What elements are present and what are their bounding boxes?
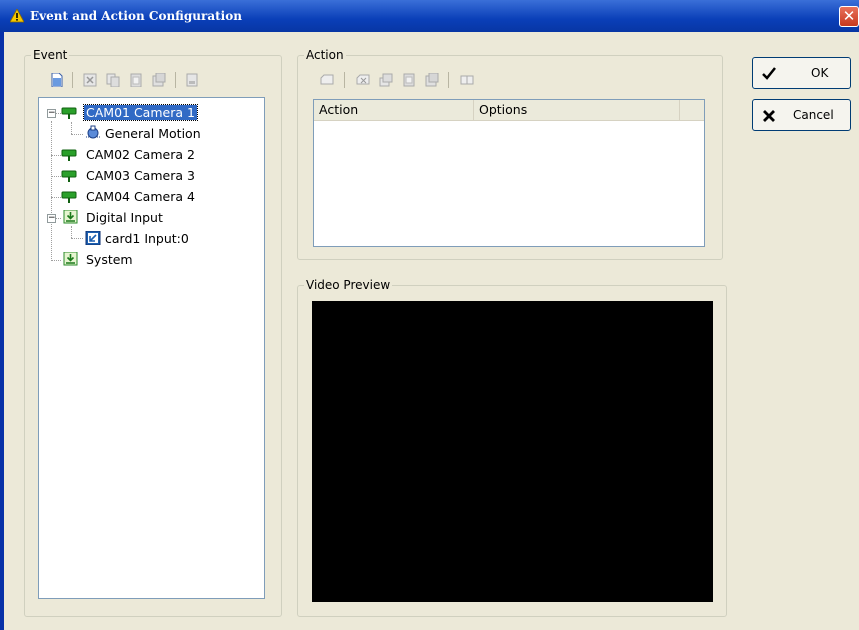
ok-button-label: OK <box>811 66 829 80</box>
action-list[interactable]: Action Options <box>313 99 705 247</box>
toolbar-separator <box>448 72 449 88</box>
event-group-legend: Event <box>31 48 70 62</box>
tree-item-label: CAM03 Camera 3 <box>86 168 195 183</box>
action-group-legend: Action <box>304 48 346 62</box>
cancel-button-label: Cancel <box>793 108 834 122</box>
motion-icon <box>86 125 100 139</box>
tree-item-label: card1 Input:0 <box>105 231 189 246</box>
digital-input-icon <box>63 210 78 224</box>
title-bar: Event and Action Configuration ✕ <box>0 0 859 32</box>
tree-connector <box>51 197 61 198</box>
tree-item-general-motion[interactable]: General Motion <box>103 126 203 142</box>
window-title: Event and Action Configuration <box>30 9 242 23</box>
tree-connector <box>71 122 72 134</box>
system-icon <box>63 252 78 266</box>
new-icon[interactable] <box>50 73 64 87</box>
column-header-action[interactable]: Action <box>314 100 474 121</box>
column-header-filler <box>680 100 704 121</box>
tree-item-label: General Motion <box>105 126 201 141</box>
camera-icon <box>61 191 77 203</box>
tree-item-cam03[interactable]: CAM03 Camera 3 <box>84 168 197 184</box>
delete-icon[interactable] <box>83 73 97 87</box>
column-header-options[interactable]: Options <box>474 100 680 121</box>
collapse-toggle[interactable]: − <box>47 214 56 223</box>
collapse-toggle[interactable]: − <box>47 109 56 118</box>
tree-connector <box>51 260 61 261</box>
paste-icon[interactable] <box>129 73 143 87</box>
tree-connector <box>71 238 83 239</box>
camera-icon <box>61 107 77 119</box>
test-action-icon[interactable] <box>460 73 474 87</box>
tree-item-cam01[interactable]: CAM01 Camera 1 <box>83 104 198 121</box>
tree-connector <box>71 134 83 135</box>
tree-item-label: CAM04 Camera 4 <box>86 189 195 204</box>
tree-item-cam02[interactable]: CAM02 Camera 2 <box>84 147 197 163</box>
edit-action-icon[interactable] <box>425 73 439 87</box>
tree-item-label: System <box>86 252 133 267</box>
toolbar-separator <box>344 72 345 88</box>
tree-connector <box>51 176 61 177</box>
tree-item-digital-input[interactable]: Digital Input <box>84 210 165 226</box>
add-action-icon[interactable] <box>320 73 334 87</box>
video-preview-pane <box>312 301 713 602</box>
tree-item-system[interactable]: System <box>84 252 135 268</box>
paste-action-icon[interactable] <box>402 73 416 87</box>
tree-item-label: CAM02 Camera 2 <box>86 147 195 162</box>
event-tree[interactable]: − CAM01 Camera 1 General Motion CAM02 Ca… <box>38 97 265 599</box>
video-preview-legend: Video Preview <box>304 278 393 292</box>
input-port-icon <box>85 231 101 245</box>
tree-item-label: Digital Input <box>86 210 163 225</box>
toolbar-separator <box>72 72 73 88</box>
cancel-button[interactable]: Cancel <box>752 99 851 131</box>
properties-icon[interactable] <box>152 73 166 87</box>
ok-button[interactable]: OK <box>752 57 851 89</box>
camera-icon <box>61 149 77 161</box>
delete-action-icon[interactable] <box>356 73 370 87</box>
close-button[interactable]: ✕ <box>839 6 859 27</box>
report-icon[interactable] <box>185 73 199 87</box>
toolbar-separator <box>175 72 176 88</box>
warning-icon <box>10 9 24 23</box>
tree-item-label: CAM01 Camera 1 <box>83 104 198 121</box>
tree-connector <box>71 226 72 238</box>
copy-action-icon[interactable] <box>379 73 393 87</box>
cancel-x-icon <box>763 110 775 122</box>
checkmark-icon <box>762 67 776 80</box>
window-frame-left <box>0 32 4 630</box>
tree-item-cam04[interactable]: CAM04 Camera 4 <box>84 189 197 205</box>
tree-item-card1-input0[interactable]: card1 Input:0 <box>103 231 191 247</box>
copy-icon[interactable] <box>106 73 120 87</box>
tree-connector <box>51 155 61 156</box>
tree-connector <box>51 121 52 261</box>
camera-icon <box>61 170 77 182</box>
